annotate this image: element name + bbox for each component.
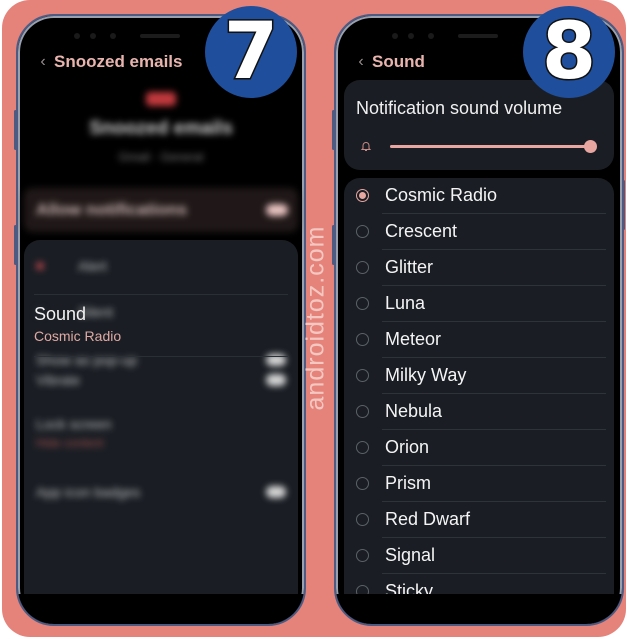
allow-notifications-toggle[interactable] [266,204,288,216]
tone-label: Prism [385,473,431,493]
tone-label: Orion [385,437,430,457]
divider [34,356,288,357]
volume-slider[interactable] [390,140,597,153]
radio-unselected[interactable] [356,585,369,594]
radio-unselected[interactable] [356,333,369,346]
page-title: Sound [372,52,425,71]
tone-label: Red Dwarf [385,509,471,529]
channel-title: Snoozed emails [89,118,233,139]
bell-icon [360,142,372,151]
volume-slider-fill [390,145,590,148]
radio-unselected[interactable] [356,369,369,382]
radio-unselected[interactable] [356,513,369,526]
volume-title: Notification sound volume [356,98,563,118]
bottom-bezel [336,594,622,624]
app-icon-badges-toggle[interactable] [266,486,286,498]
tone-option[interactable]: Red Dwarf [344,502,614,538]
tone-option[interactable]: Meteor [344,322,614,358]
tone-label: Sticky [385,581,434,594]
vibrate-label: Vibrate [36,372,81,388]
tone-label: Luna [385,293,426,313]
lock-screen-label: Lock screen [36,416,112,432]
tone-label: Nebula [385,401,443,421]
vibrate-toggle[interactable] [266,374,286,386]
sound-label: Sound [34,304,87,324]
tone-option[interactable]: Orion [344,430,614,466]
tone-label: Signal [385,545,436,565]
step-badge: 7 [205,6,297,99]
chevron-left-icon[interactable]: ‹ [350,53,372,71]
tone-label: Meteor [385,329,442,349]
alert-label: Alert [78,258,107,274]
chevron-left-icon[interactable]: ‹ [32,53,54,71]
sound-value: Cosmic Radio [34,328,122,344]
sound-picker: Notification sound volume Cosmic Radio Cr… [342,80,616,594]
radio-unselected[interactable] [356,261,369,274]
tone-label: Milky Way [385,365,467,385]
tone-option[interactable]: Prism [344,466,614,502]
gmail-icon [146,92,176,106]
tone-option[interactable]: Milky Way [344,358,614,394]
watermark: androidtoz.com [301,225,330,411]
phone-step-8: ‹ Sound Notification sound volume Cosmic… [334,14,624,626]
bottom-bezel [18,594,304,624]
radio-unselected[interactable] [356,477,369,490]
divider [34,294,288,295]
tone-option[interactable]: Nebula [344,394,614,430]
tone-option[interactable]: Sticky [344,574,614,594]
tone-option[interactable]: Cosmic Radio [344,178,614,214]
allow-notifications-row[interactable]: Allow notifications [24,188,298,232]
radio-unselected[interactable] [356,549,369,562]
radio-selected[interactable] [356,189,369,202]
channel-subtitle: Gmail · General [118,150,204,164]
tone-option[interactable]: Signal [344,538,614,574]
phone-step-7: ‹ Snoozed emails Snoozed emails Gmail · … [16,14,306,626]
lock-screen-value: Hide content [36,436,104,450]
allow-notifications-label: Allow notifications [36,200,188,219]
app-icon-badges-label: App icon badges [36,484,141,500]
tone-label: Crescent [385,221,458,241]
tone-label: Glitter [385,257,434,277]
show-popup-label: Show as pop-up [36,352,138,368]
radio-unselected[interactable] [356,225,369,238]
page-title: Snoozed emails [54,52,183,71]
alert-radio[interactable] [36,262,44,270]
tone-option[interactable]: Crescent [344,214,614,250]
volume-slider-thumb[interactable] [584,140,597,153]
tone-list: Cosmic Radio Crescent Glitter Luna Meteor Mil… [344,178,614,594]
radio-unselected[interactable] [356,297,369,310]
tone-option[interactable]: Luna [344,286,614,322]
step-badge: 8 [523,6,615,99]
tone-option[interactable]: Glitter [344,250,614,286]
tone-label: Cosmic Radio [385,185,498,205]
notification-settings: Snoozed emails Gmail · General Allow not… [24,80,298,594]
radio-unselected[interactable] [356,405,369,418]
radio-unselected[interactable] [356,441,369,454]
